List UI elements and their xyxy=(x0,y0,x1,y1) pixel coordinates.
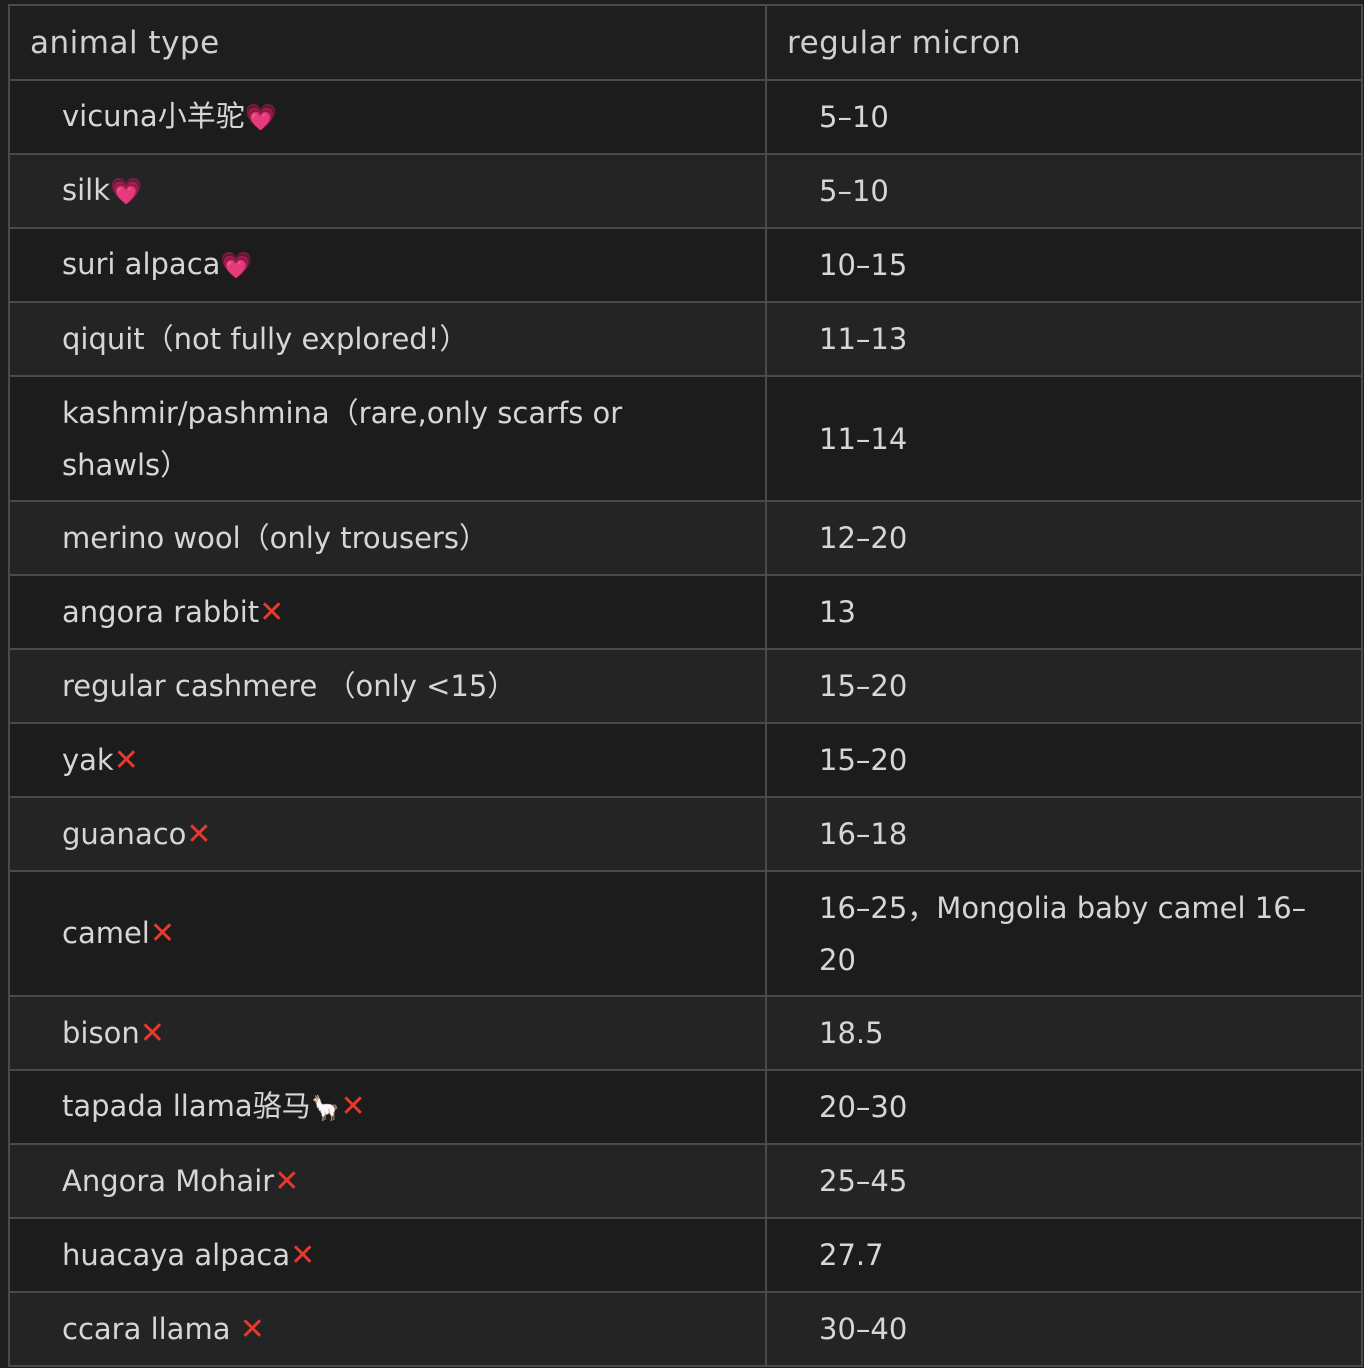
micron-cell: 15–20 xyxy=(765,722,1363,798)
micron-cell: 10–15 xyxy=(765,227,1363,303)
micron-cell: 12–20 xyxy=(765,500,1363,576)
animal-name: tapada llama骆马 xyxy=(62,1089,311,1123)
animal-cell: suri alpaca💗 xyxy=(8,227,767,303)
animal-name: camel xyxy=(62,916,150,950)
micron-cell: 16–25，Mongolia baby camel 16–20 xyxy=(765,870,1363,997)
animal-name: yak xyxy=(62,742,114,777)
animal-name: silk xyxy=(62,173,111,207)
table-row: kashmir/pashmina（rare,only scarfs or sha… xyxy=(8,375,1363,502)
animal-name: suri alpaca xyxy=(62,247,221,281)
table-row: merino wool（only trousers） 12–20 xyxy=(8,500,1363,576)
animal-name: merino wool（only trousers） xyxy=(62,521,488,555)
micron-cell: 20–30 xyxy=(765,1069,1363,1145)
header-regular-micron: regular micron xyxy=(765,4,1363,81)
animal-cell: ccara llama ✕ xyxy=(8,1291,767,1367)
animal-cell: qiquit（not fully explored!） xyxy=(8,301,767,377)
cross-mark-icon: ✕ xyxy=(113,742,139,778)
cross-mark-icon: ✕ xyxy=(274,1163,300,1199)
cross-mark-icon: ✕ xyxy=(259,594,285,630)
heart-icon: 💗 xyxy=(110,177,143,207)
table-row: yak✕ 15–20 xyxy=(8,722,1363,798)
llama-icon: 🦙 xyxy=(310,1094,341,1122)
animal-name: huacaya alpaca xyxy=(62,1237,291,1272)
animal-name: bison xyxy=(62,1015,140,1050)
table-row: vicuna小羊驼💗 5–10 xyxy=(8,79,1363,155)
table-row: bison✕ 18.5 xyxy=(8,995,1363,1071)
table-header-row: animal type regular micron xyxy=(8,4,1363,81)
animal-cell: camel✕ xyxy=(8,870,767,997)
cross-mark-icon: ✕ xyxy=(239,1311,265,1347)
animal-cell: silk💗 xyxy=(8,153,767,229)
animal-cell: yak✕ xyxy=(8,722,767,798)
animal-cell: vicuna小羊驼💗 xyxy=(8,79,767,155)
micron-cell: 13 xyxy=(765,574,1363,650)
micron-cell: 15–20 xyxy=(765,648,1363,724)
cross-mark-icon: ✕ xyxy=(186,816,212,852)
table-row: ccara llama ✕ 30–40 xyxy=(8,1291,1363,1367)
animal-cell: tapada llama骆马🦙✕ xyxy=(8,1069,767,1145)
animal-cell: angora rabbit✕ xyxy=(8,574,767,650)
table-row: guanaco✕ 16–18 xyxy=(8,796,1363,872)
micron-cell: 11–13 xyxy=(765,301,1363,377)
heart-icon: 💗 xyxy=(220,251,253,281)
micron-cell: 18.5 xyxy=(765,995,1363,1071)
table-row: suri alpaca💗 10–15 xyxy=(8,227,1363,303)
micron-cell: 5–10 xyxy=(765,153,1363,229)
micron-cell: 27.7 xyxy=(765,1217,1363,1293)
animal-name: guanaco xyxy=(62,816,187,851)
fiber-micron-table-container: animal type regular micron vicuna小羊驼💗 5–… xyxy=(8,4,1363,1367)
animal-cell: Angora Mohair✕ xyxy=(8,1143,767,1219)
animal-name: qiquit（not fully explored!） xyxy=(62,322,469,356)
animal-name: vicuna小羊驼 xyxy=(62,99,245,133)
micron-cell: 25–45 xyxy=(765,1143,1363,1219)
micron-cell: 30–40 xyxy=(765,1291,1363,1367)
table-row: tapada llama骆马🦙✕ 20–30 xyxy=(8,1069,1363,1145)
table-row: regular cashmere （only <15） 15–20 xyxy=(8,648,1363,724)
animal-cell: guanaco✕ xyxy=(8,796,767,872)
heart-icon: 💗 xyxy=(244,103,278,133)
animal-name: regular cashmere （only <15） xyxy=(62,669,517,703)
micron-cell: 16–18 xyxy=(765,796,1363,872)
cross-mark-icon: ✕ xyxy=(139,1015,165,1051)
micron-cell: 5–10 xyxy=(765,79,1363,155)
table-row: qiquit（not fully explored!） 11–13 xyxy=(8,301,1363,377)
micron-cell: 11–14 xyxy=(765,375,1363,502)
table-row: Angora Mohair✕ 25–45 xyxy=(8,1143,1363,1219)
animal-name: kashmir/pashmina（rare,only scarfs or sha… xyxy=(62,395,623,482)
cross-mark-icon: ✕ xyxy=(340,1089,366,1124)
table-row: huacaya alpaca✕ 27.7 xyxy=(8,1217,1363,1293)
cross-mark-icon: ✕ xyxy=(149,916,176,951)
animal-cell: merino wool（only trousers） xyxy=(8,500,767,576)
animal-name: Angora Mohair xyxy=(62,1163,275,1198)
header-animal-type: animal type xyxy=(8,4,767,81)
fiber-micron-table: animal type regular micron vicuna小羊驼💗 5–… xyxy=(8,4,1363,1367)
animal-cell: regular cashmere （only <15） xyxy=(8,648,767,724)
animal-cell: huacaya alpaca✕ xyxy=(8,1217,767,1293)
animal-name: angora rabbit xyxy=(62,594,260,629)
animal-cell: kashmir/pashmina（rare,only scarfs or sha… xyxy=(8,375,767,502)
table-row: silk💗 5–10 xyxy=(8,153,1363,229)
table-row: angora rabbit✕ 13 xyxy=(8,574,1363,650)
animal-name: ccara llama xyxy=(62,1311,240,1346)
animal-cell: bison✕ xyxy=(8,995,767,1071)
cross-mark-icon: ✕ xyxy=(290,1237,316,1273)
table-row: camel✕ 16–25，Mongolia baby camel 16–20 xyxy=(8,870,1363,997)
